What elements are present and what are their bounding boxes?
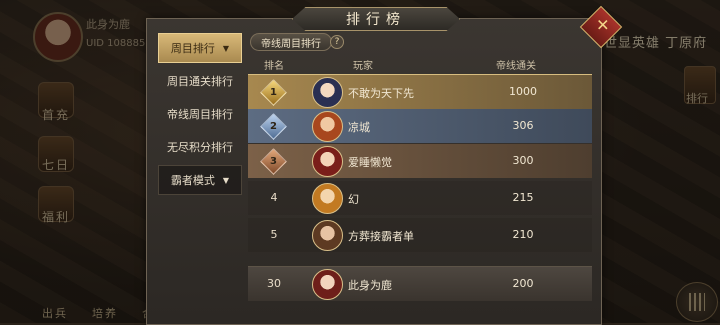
player-name: 此身为鹿	[348, 279, 392, 292]
player-name: 幻	[348, 193, 359, 206]
player-score: 306	[512, 119, 534, 132]
rank-number: 2	[270, 121, 277, 132]
tab-endless-score-ranking[interactable]: 无尽积分排行	[158, 132, 242, 162]
table-row[interactable]: 5 方葬接霸者单 210	[248, 218, 592, 252]
player-avatar	[312, 77, 343, 108]
chevron-down-icon: ▼	[222, 175, 230, 185]
col-header-rank: 排名	[264, 61, 284, 72]
player-score: 200	[512, 277, 534, 290]
player-score: 215	[512, 191, 534, 204]
tab-label: 周目通关排行	[167, 75, 233, 88]
panel-title-plate: 排行榜	[292, 7, 460, 31]
player-name: 爱睡懒觉	[348, 156, 392, 169]
player-score: 300	[512, 154, 534, 167]
rank-number: 3	[270, 156, 277, 167]
tab-label: 周目排行	[170, 42, 215, 55]
tab-stage-ranking[interactable]: 周目排行 ▼	[158, 33, 242, 63]
tab-label: 霸者模式	[170, 174, 215, 187]
player-score: 1000	[509, 85, 537, 98]
tab-overlord-mode[interactable]: 霸者模式 ▼	[158, 165, 242, 195]
table-row[interactable]: 3 爱睡懒觉 300	[248, 144, 592, 178]
player-name: 凉城	[348, 121, 370, 134]
player-name: 不敢为天下先	[348, 87, 414, 100]
col-header-score: 帝线通关	[496, 61, 536, 72]
table-row[interactable]: 4 幻 215	[248, 181, 592, 215]
player-avatar	[312, 111, 343, 142]
chevron-down-icon: ▼	[222, 43, 230, 53]
tab-label: 帝线周目排行	[167, 108, 233, 121]
col-header-player: 玩家	[353, 61, 373, 72]
self-rank-row: 30 此身为鹿 200	[248, 266, 592, 301]
close-icon: ✕	[596, 15, 610, 35]
panel-title: 排行榜	[346, 12, 406, 28]
tab-stage-clear-ranking[interactable]: 周目通关排行	[158, 66, 242, 96]
rank-number: 5	[270, 228, 278, 241]
tab-label: 无尽积分排行	[167, 141, 233, 154]
player-avatar	[312, 269, 343, 300]
help-icon[interactable]: ?	[330, 35, 344, 49]
player-score: 210	[512, 228, 534, 241]
player-avatar	[312, 183, 343, 214]
player-avatar	[312, 220, 343, 251]
tab-emperor-stage-ranking[interactable]: 帝线周目排行	[158, 99, 242, 129]
player-name: 方葬接霸者单	[348, 230, 414, 243]
rank-number: 30	[267, 277, 281, 290]
table-row[interactable]: 1 不敢为天下先 1000	[248, 74, 592, 110]
player-avatar	[312, 146, 343, 177]
sub-ranking-tag: 帝线周目排行	[250, 33, 332, 51]
table-row[interactable]: 2 凉城 306	[248, 109, 592, 143]
rank-number: 4	[270, 191, 278, 204]
rank-number: 1	[270, 87, 277, 98]
